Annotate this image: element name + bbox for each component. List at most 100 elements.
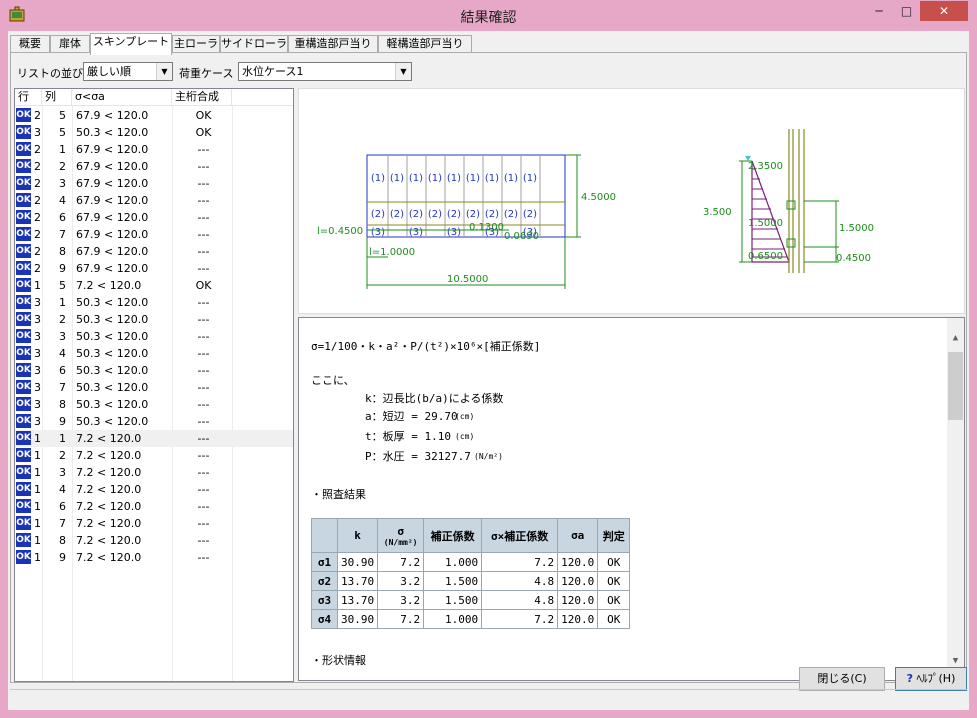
ok-badge-icon: OK bbox=[16, 159, 31, 173]
list-item[interactable]: OK 1 3 7.2 < 120.0 --- bbox=[15, 464, 293, 481]
list-item[interactable]: OK 3 3 50.3 < 120.0 --- bbox=[15, 328, 293, 345]
svg-text:(1): (1) bbox=[504, 173, 518, 184]
report-formula: σ=1/100・k・a²・P/(t²)×10⁶×[補正係数] bbox=[311, 340, 541, 353]
chevron-down-icon: ▼ bbox=[156, 63, 172, 80]
svg-text:(1): (1) bbox=[447, 173, 461, 184]
chevron-down-icon: ▼ bbox=[395, 63, 411, 80]
tab-overview[interactable]: 概要 bbox=[10, 35, 50, 53]
header-main-girder[interactable]: 主桁合成 bbox=[172, 89, 232, 106]
col-number: 9 bbox=[59, 551, 66, 564]
dim-width: 10.5000 bbox=[447, 274, 488, 285]
girder-result: --- bbox=[197, 194, 210, 207]
stress-value: 7.2 < 120.0 bbox=[76, 449, 142, 462]
col-number: 4 bbox=[59, 347, 66, 360]
svg-text:(3): (3) bbox=[447, 227, 461, 238]
tab-skin-plate[interactable]: スキンプレート bbox=[90, 33, 172, 55]
list-header: 行 列 σ<σa 主桁合成 bbox=[15, 89, 293, 106]
dim-l10: l=1.0000 bbox=[369, 247, 415, 258]
list-item[interactable]: OK 2 3 67.9 < 120.0 --- bbox=[15, 175, 293, 192]
list-item[interactable]: OK 3 5 50.3 < 120.0 OK bbox=[15, 124, 293, 141]
th-judge: 判定 bbox=[597, 518, 631, 553]
table-row: σ1 30.90 7.2 1.000 7.2 120.0 OK bbox=[311, 552, 631, 572]
header-stress[interactable]: σ<σa bbox=[72, 89, 172, 106]
ok-badge-icon: OK bbox=[16, 550, 31, 564]
list-item[interactable]: OK 1 8 7.2 < 120.0 --- bbox=[15, 532, 293, 549]
svg-text:(1): (1) bbox=[466, 173, 480, 184]
col-number: 7 bbox=[59, 228, 66, 241]
girder-result: --- bbox=[197, 177, 210, 190]
list-item[interactable]: OK 2 2 67.9 < 120.0 --- bbox=[15, 158, 293, 175]
tab-side-roller[interactable]: サイドローラ bbox=[220, 35, 288, 53]
close-window-button[interactable]: ✕ bbox=[920, 1, 968, 21]
svg-text:(2): (2) bbox=[523, 209, 537, 220]
ok-badge-icon: OK bbox=[16, 414, 31, 428]
col-number: 9 bbox=[59, 415, 66, 428]
list-item[interactable]: OK 1 6 7.2 < 120.0 --- bbox=[15, 498, 293, 515]
side-dim-2350: 2.3500 bbox=[748, 161, 783, 172]
sort-select[interactable]: 厳しい順 ▼ bbox=[83, 62, 173, 81]
ok-badge-icon: OK bbox=[16, 465, 31, 479]
tab-main-roller[interactable]: 主ローラ bbox=[172, 35, 220, 53]
list-item[interactable]: OK 2 6 67.9 < 120.0 --- bbox=[15, 209, 293, 226]
row-number: 1 bbox=[34, 500, 41, 513]
side-section: 2.3500 3.500 1.5000 1.5000 0.6500 0.4500 bbox=[703, 129, 874, 273]
maximize-button[interactable]: □ bbox=[893, 1, 920, 21]
row-number: 3 bbox=[34, 415, 41, 428]
report-t-unit: (cm) bbox=[455, 432, 475, 441]
svg-text:(2): (2) bbox=[371, 209, 385, 220]
girder-result: --- bbox=[197, 517, 210, 530]
row-number: 2 bbox=[34, 194, 41, 207]
girder-result: --- bbox=[197, 449, 210, 462]
list-item[interactable]: OK 1 5 7.2 < 120.0 OK bbox=[15, 277, 293, 294]
row-number: 2 bbox=[34, 109, 41, 122]
list-item[interactable]: OK 3 4 50.3 < 120.0 --- bbox=[15, 345, 293, 362]
report-p-unit: (N/m²) bbox=[474, 452, 503, 461]
stress-value: 50.3 < 120.0 bbox=[76, 347, 149, 360]
tab-light-guide[interactable]: 軽構造部戸当り bbox=[378, 35, 472, 53]
list-item[interactable]: OK 1 7 7.2 < 120.0 --- bbox=[15, 515, 293, 532]
list-item[interactable]: OK 1 2 7.2 < 120.0 --- bbox=[15, 447, 293, 464]
result-list[interactable]: 行 列 σ<σa 主桁合成 OK 2 5 67.9 < 120.0 OK OK 3 5 50.3… bbox=[14, 88, 294, 682]
tab-door-body[interactable]: 扉体 bbox=[50, 35, 90, 53]
load-case-select[interactable]: 水位ケース1 ▼ bbox=[238, 62, 412, 81]
report-scrollbar[interactable]: ▲ ▼ bbox=[947, 318, 964, 680]
list-item[interactable]: OK 3 7 50.3 < 120.0 --- bbox=[15, 379, 293, 396]
scroll-thumb[interactable] bbox=[948, 352, 963, 420]
stress-value: 67.9 < 120.0 bbox=[76, 228, 149, 241]
th-k: k bbox=[336, 518, 379, 553]
close-button[interactable]: 閉じる(C) bbox=[799, 667, 885, 691]
list-item[interactable]: OK 3 1 50.3 < 120.0 --- bbox=[15, 294, 293, 311]
list-item[interactable]: OK 1 9 7.2 < 120.0 --- bbox=[15, 549, 293, 566]
report-check-title: ・照査結果 bbox=[311, 488, 366, 501]
header-col[interactable]: 列 bbox=[42, 89, 72, 106]
stress-value: 50.3 < 120.0 bbox=[76, 398, 149, 411]
stress-value: 67.9 < 120.0 bbox=[76, 194, 149, 207]
ok-badge-icon: OK bbox=[16, 312, 31, 326]
list-item[interactable]: OK 3 8 50.3 < 120.0 --- bbox=[15, 396, 293, 413]
tab-heavy-guide[interactable]: 重構造部戸当り bbox=[288, 35, 378, 53]
row-number: 3 bbox=[34, 347, 41, 360]
svg-text:(2): (2) bbox=[504, 209, 518, 220]
list-item[interactable]: OK 2 5 67.9 < 120.0 OK bbox=[15, 107, 293, 124]
list-item[interactable]: OK 2 4 67.9 < 120.0 --- bbox=[15, 192, 293, 209]
minimize-button[interactable]: ─ bbox=[865, 1, 893, 21]
list-item[interactable]: OK 2 1 67.9 < 120.0 --- bbox=[15, 141, 293, 158]
ok-badge-icon: OK bbox=[16, 227, 31, 241]
girder-result: --- bbox=[197, 432, 210, 445]
list-item[interactable]: OK 1 1 7.2 < 120.0 --- bbox=[15, 430, 293, 447]
list-item[interactable]: OK 2 9 67.9 < 120.0 --- bbox=[15, 260, 293, 277]
help-button[interactable]: ? ﾍﾙﾌﾟ(H) bbox=[895, 667, 967, 691]
list-item[interactable]: OK 2 7 67.9 < 120.0 --- bbox=[15, 226, 293, 243]
list-item[interactable]: OK 3 6 50.3 < 120.0 --- bbox=[15, 362, 293, 379]
list-item[interactable]: OK 3 9 50.3 < 120.0 --- bbox=[15, 413, 293, 430]
list-item[interactable]: OK 3 2 50.3 < 120.0 --- bbox=[15, 311, 293, 328]
scroll-up-icon[interactable]: ▲ bbox=[947, 330, 964, 347]
ok-badge-icon: OK bbox=[16, 176, 31, 190]
header-row[interactable]: 行 bbox=[15, 89, 42, 106]
girder-result: --- bbox=[197, 500, 210, 513]
svg-text:(2): (2) bbox=[466, 209, 480, 220]
list-item[interactable]: OK 1 4 7.2 < 120.0 --- bbox=[15, 481, 293, 498]
list-item[interactable]: OK 2 8 67.9 < 120.0 --- bbox=[15, 243, 293, 260]
col-number: 6 bbox=[59, 364, 66, 377]
ok-badge-icon: OK bbox=[16, 244, 31, 258]
